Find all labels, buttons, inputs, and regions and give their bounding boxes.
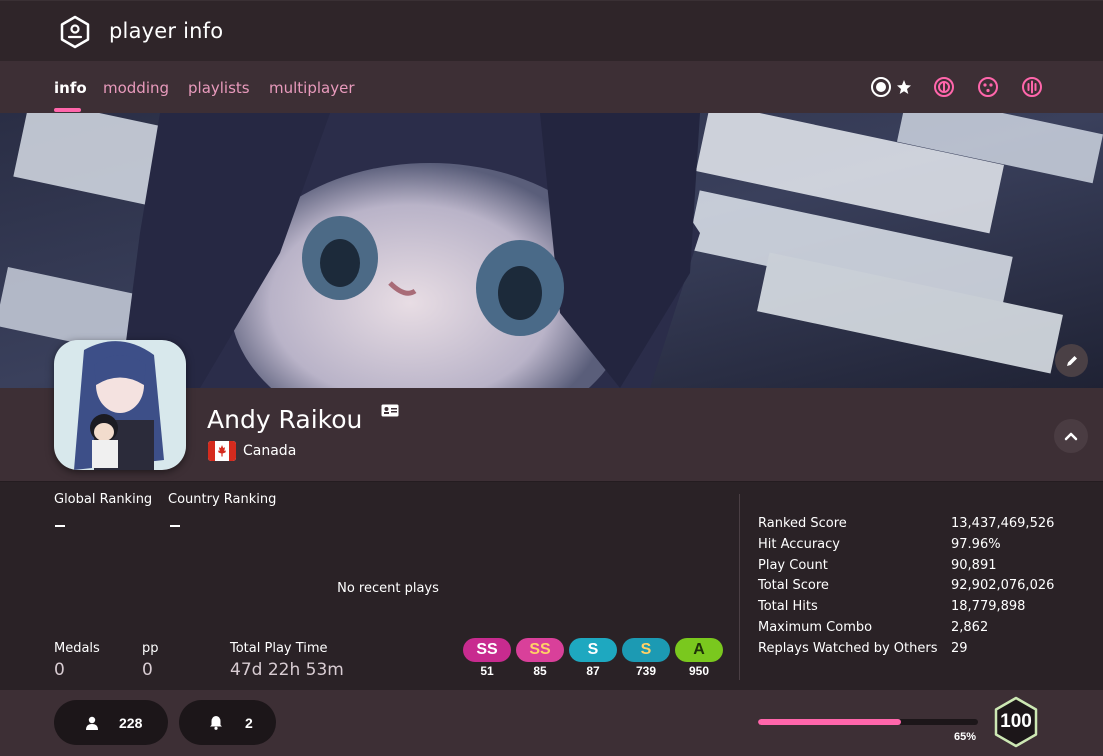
username: Andy Raikou bbox=[207, 405, 363, 434]
tab-modding[interactable]: modding bbox=[103, 79, 169, 97]
canada-flag-icon bbox=[208, 441, 236, 461]
pencil-icon bbox=[1066, 355, 1077, 366]
grade-ss-badge: SS bbox=[516, 638, 564, 662]
stat-hit-accuracy-value: 97.96% bbox=[951, 537, 1001, 552]
pp-value: 0 bbox=[142, 660, 153, 680]
grade-ssh-count: 51 bbox=[480, 664, 494, 678]
tab-playlists[interactable]: playlists bbox=[188, 79, 250, 97]
chevron-up-icon bbox=[1064, 432, 1078, 441]
grade-s-count: 739 bbox=[635, 664, 657, 678]
grade-ssh-badge: SS bbox=[463, 638, 511, 662]
recent-plays-empty: No recent plays bbox=[337, 581, 439, 596]
stat-replays-value: 29 bbox=[951, 641, 968, 656]
followers-count: 228 bbox=[119, 714, 143, 731]
mania-icon[interactable] bbox=[1021, 76, 1043, 98]
grade-a-count: 950 bbox=[688, 664, 710, 678]
tab-multiplayer[interactable]: multiplayer bbox=[269, 79, 355, 97]
notifications-button[interactable]: 2 bbox=[179, 700, 276, 745]
stat-play-count-label: Play Count bbox=[758, 558, 828, 573]
global-ranking-value bbox=[55, 525, 65, 527]
medals-label: Medals bbox=[54, 641, 100, 656]
profile-tabs: info modding playlists multiplayer bbox=[0, 61, 1103, 113]
grade-s-badge: S bbox=[622, 638, 670, 662]
country-name[interactable]: Canada bbox=[243, 443, 296, 459]
level-progress-text: 65% bbox=[954, 731, 977, 743]
stat-total-score-value: 92,902,076,026 bbox=[951, 578, 1055, 593]
country-ranking-value bbox=[170, 525, 180, 527]
stat-play-count-value: 90,891 bbox=[951, 558, 997, 573]
stat-ranked-score-label: Ranked Score bbox=[758, 516, 847, 531]
pp-label: pp bbox=[142, 641, 159, 656]
stat-hit-accuracy-label: Hit Accuracy bbox=[758, 537, 840, 552]
page-title: player info bbox=[109, 19, 224, 43]
stat-max-combo-label: Maximum Combo bbox=[758, 620, 873, 635]
stat-total-hits-label: Total Hits bbox=[758, 599, 818, 614]
level-progress-bar bbox=[758, 719, 978, 725]
stat-replays-label: Replays Watched by Others bbox=[758, 641, 938, 656]
taiko-icon[interactable] bbox=[933, 76, 955, 98]
top-header: player info bbox=[0, 0, 1103, 61]
avatar bbox=[54, 340, 186, 470]
user-icon bbox=[86, 716, 98, 730]
stats-divider bbox=[739, 494, 740, 680]
level-value: 100 bbox=[1000, 711, 1032, 732]
collapse-header-button[interactable] bbox=[1054, 419, 1088, 453]
playtime-label: Total Play Time bbox=[230, 641, 328, 656]
grade-sh-count: 87 bbox=[586, 664, 600, 678]
profile-card-icon[interactable] bbox=[381, 404, 399, 417]
global-ranking-label: Global Ranking bbox=[54, 492, 153, 507]
followers-button[interactable]: 228 bbox=[54, 700, 168, 745]
user-hexagon-icon bbox=[60, 15, 90, 49]
tab-info[interactable]: info bbox=[54, 79, 87, 97]
level-progress-fill bbox=[758, 719, 901, 725]
country-ranking-label: Country Ranking bbox=[168, 492, 277, 507]
favourite-mode-star-icon bbox=[897, 80, 911, 94]
catch-icon[interactable] bbox=[977, 76, 999, 98]
grade-sh-badge: S bbox=[569, 638, 617, 662]
playtime-value: 47d 22h 53m bbox=[230, 660, 344, 680]
stat-ranked-score-value: 13,437,469,526 bbox=[951, 516, 1055, 531]
medals-value: 0 bbox=[54, 660, 65, 680]
bell-icon bbox=[210, 716, 222, 730]
notifications-count: 2 bbox=[245, 714, 253, 731]
avatar-image bbox=[54, 340, 186, 470]
stat-total-hits-value: 18,779,898 bbox=[951, 599, 1026, 614]
stat-total-score-label: Total Score bbox=[758, 578, 829, 593]
grade-a-badge: A bbox=[675, 638, 723, 662]
stat-max-combo-value: 2,862 bbox=[951, 620, 989, 635]
osu-standard-icon[interactable] bbox=[870, 76, 892, 98]
grade-ss-count: 85 bbox=[533, 664, 547, 678]
edit-cover-button[interactable] bbox=[1055, 344, 1088, 377]
active-tab-indicator bbox=[54, 108, 81, 112]
